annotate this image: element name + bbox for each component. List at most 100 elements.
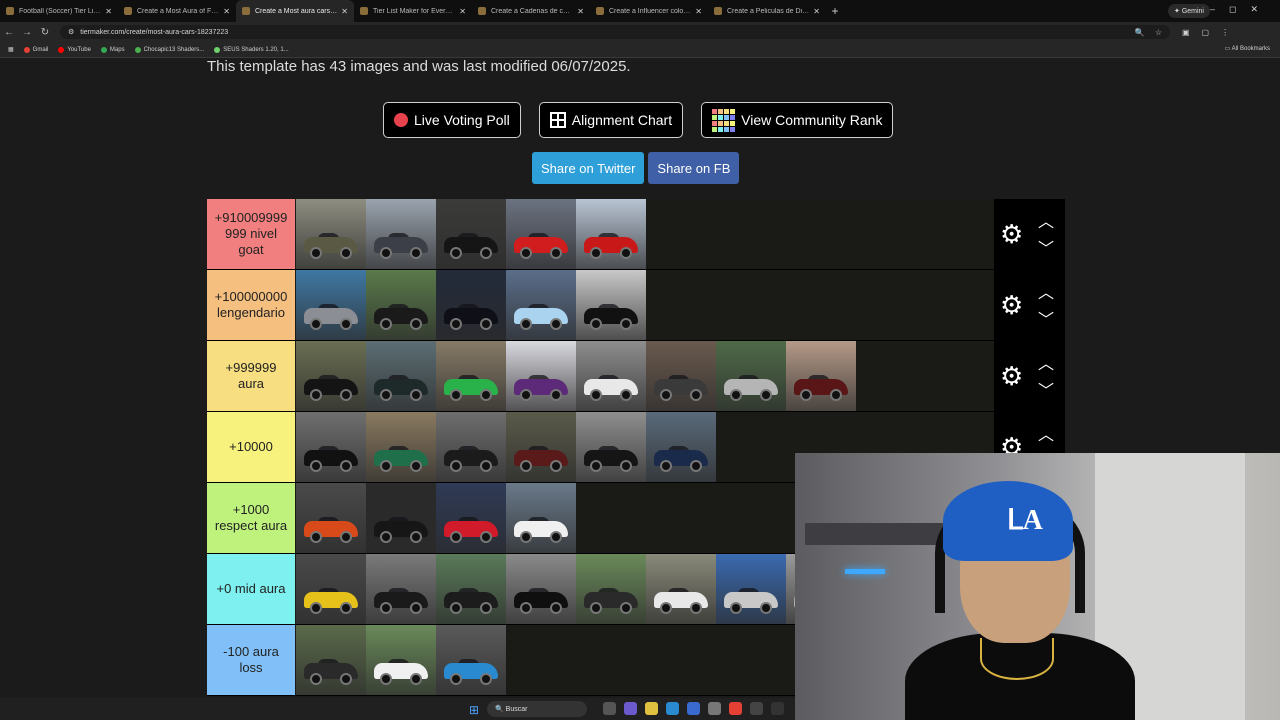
- chevron-up-icon[interactable]: ︿: [1038, 350, 1054, 374]
- chevron-down-icon[interactable]: ﹀: [1038, 306, 1054, 330]
- bookmark-chocapic[interactable]: Chocapic13 Shaders...: [134, 46, 204, 53]
- bookmark-maps[interactable]: Maps: [100, 46, 125, 53]
- tier-label[interactable]: +0 mid aura: [207, 554, 295, 624]
- car-image[interactable]: [576, 270, 646, 340]
- car-image[interactable]: [296, 270, 366, 340]
- car-image[interactable]: [366, 270, 436, 340]
- live-voting-poll-button[interactable]: Live Voting Poll: [383, 102, 521, 138]
- car-image[interactable]: [506, 270, 576, 340]
- browser-tab[interactable]: Create a Influencer colombian ✕: [590, 0, 708, 22]
- car-image[interactable]: [576, 341, 646, 411]
- car-image[interactable]: [646, 341, 716, 411]
- car-image[interactable]: [296, 483, 366, 553]
- chrome-icon[interactable]: [729, 702, 742, 715]
- window-controls[interactable]: –◻✕: [1210, 4, 1272, 15]
- store-icon[interactable]: [708, 702, 721, 715]
- car-image[interactable]: [296, 554, 366, 624]
- apps-icon[interactable]: ▦: [8, 46, 14, 53]
- car-image[interactable]: [646, 554, 716, 624]
- car-image[interactable]: [506, 554, 576, 624]
- car-image[interactable]: [436, 199, 506, 269]
- view-community-rank-button[interactable]: View Community Rank: [701, 102, 894, 138]
- close-tab-icon[interactable]: ✕: [577, 7, 584, 16]
- car-image[interactable]: [576, 199, 646, 269]
- file-explorer-icon[interactable]: [645, 702, 658, 715]
- chevron-down-icon[interactable]: ﹀: [1038, 377, 1054, 401]
- close-tab-icon[interactable]: ✕: [459, 7, 466, 16]
- reload-icon[interactable]: ↻: [36, 27, 54, 38]
- chevron-up-icon[interactable]: ︿: [1038, 279, 1054, 303]
- car-image[interactable]: [436, 341, 506, 411]
- car-image[interactable]: [576, 554, 646, 624]
- tier-label[interactable]: +1000 respect aura: [207, 483, 295, 553]
- bookmark-seus[interactable]: SEUS Shaders 1.20, 1...: [214, 46, 289, 53]
- toolbar-extension-icons[interactable]: ▣▢⋮: [1182, 28, 1241, 37]
- car-image[interactable]: [436, 412, 506, 482]
- car-image[interactable]: [296, 341, 366, 411]
- new-tab-button[interactable]: +: [826, 4, 844, 18]
- zoom-icon[interactable]: 🔍: [1135, 28, 1145, 37]
- browser-tab[interactable]: Create a Most Aura of Fictional ✕: [118, 0, 236, 22]
- car-image[interactable]: [366, 412, 436, 482]
- url-field[interactable]: ⚙ tiermaker.com/create/most-aura-cars-18…: [60, 25, 1170, 39]
- car-image[interactable]: [786, 341, 856, 411]
- bookmark-youtube[interactable]: YouTube: [58, 46, 91, 53]
- tier-label[interactable]: -100 aura loss: [207, 625, 295, 695]
- app-icon[interactable]: [750, 702, 763, 715]
- tier-label[interactable]: +910009999 999 nivel goat: [207, 199, 295, 269]
- car-image[interactable]: [436, 270, 506, 340]
- car-image[interactable]: [436, 554, 506, 624]
- forward-icon[interactable]: →: [18, 27, 36, 38]
- taskbar-search[interactable]: 🔍 Buscar: [487, 701, 587, 717]
- car-image[interactable]: [366, 483, 436, 553]
- share-twitter-button[interactable]: Share on Twitter: [532, 152, 645, 184]
- car-image[interactable]: [506, 412, 576, 482]
- close-tab-icon[interactable]: ✕: [341, 7, 348, 16]
- car-image[interactable]: [506, 199, 576, 269]
- task-view-icon[interactable]: [603, 702, 616, 715]
- windows-start-icon[interactable]: ⊞: [469, 703, 479, 717]
- browser-tab[interactable]: Tier List Maker for Everything - ✕: [354, 0, 472, 22]
- chevron-up-icon[interactable]: ︿: [1038, 208, 1054, 232]
- close-tab-icon[interactable]: ✕: [695, 7, 702, 16]
- close-tab-icon[interactable]: ✕: [105, 7, 112, 16]
- chevron-down-icon[interactable]: ﹀: [1038, 235, 1054, 259]
- browser-tab[interactable]: Create a Cadenas de comidas r ✕: [472, 0, 590, 22]
- tier-label[interactable]: +999999 aura: [207, 341, 295, 411]
- car-image[interactable]: [436, 483, 506, 553]
- car-image[interactable]: [436, 625, 506, 695]
- gear-icon[interactable]: ⚙: [1000, 361, 1023, 391]
- mail-icon[interactable]: [687, 702, 700, 715]
- edge-icon[interactable]: [666, 702, 679, 715]
- close-tab-icon[interactable]: ✕: [813, 7, 820, 16]
- browser-tab[interactable]: Football (Soccer) Tier List Temp ✕: [0, 0, 118, 22]
- close-tab-icon[interactable]: ✕: [223, 7, 230, 16]
- back-icon[interactable]: ←: [0, 27, 18, 38]
- tier-label[interactable]: +100000000 lengendario: [207, 270, 295, 340]
- browser-tab[interactable]: Create a Peliculas de Disney + T✕: [708, 0, 826, 22]
- car-image[interactable]: [366, 199, 436, 269]
- car-image[interactable]: [506, 483, 576, 553]
- browser-tab[interactable]: Create a Most aura cars Tier Lis✕: [236, 0, 354, 22]
- bookmark-gmail[interactable]: Gmail: [23, 46, 48, 53]
- app-icon[interactable]: [771, 702, 784, 715]
- car-image[interactable]: [296, 625, 366, 695]
- all-bookmarks[interactable]: ▭ All Bookmarks: [1225, 45, 1270, 52]
- app-icon[interactable]: [624, 702, 637, 715]
- car-image[interactable]: [716, 554, 786, 624]
- gear-icon[interactable]: ⚙: [1000, 219, 1023, 249]
- share-fb-button[interactable]: Share on FB: [648, 152, 740, 184]
- gear-icon[interactable]: ⚙: [1000, 290, 1023, 320]
- car-image[interactable]: [296, 199, 366, 269]
- chevron-up-icon[interactable]: ︿: [1038, 421, 1054, 445]
- car-image[interactable]: [506, 341, 576, 411]
- gemini-button[interactable]: ✦ Gemini: [1168, 4, 1210, 18]
- car-image[interactable]: [366, 341, 436, 411]
- car-image[interactable]: [366, 625, 436, 695]
- tier-label[interactable]: +10000: [207, 412, 295, 482]
- site-info-icon[interactable]: ⚙: [68, 28, 74, 36]
- car-image[interactable]: [716, 341, 786, 411]
- car-image[interactable]: [366, 554, 436, 624]
- car-image[interactable]: [296, 412, 366, 482]
- car-image[interactable]: [646, 412, 716, 482]
